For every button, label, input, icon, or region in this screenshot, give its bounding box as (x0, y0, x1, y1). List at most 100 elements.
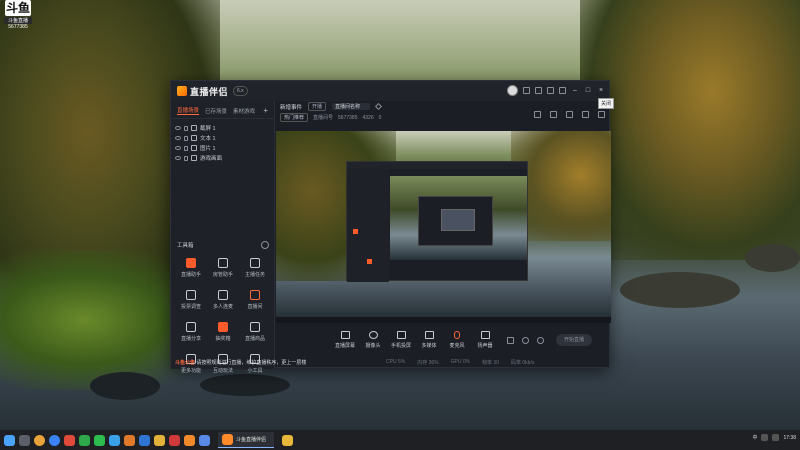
nested-hot-icon (367, 259, 372, 264)
mem-stat: 内存 36% (417, 359, 439, 366)
live-preview[interactable] (276, 131, 611, 317)
media-icon (424, 331, 434, 339)
app-icon[interactable] (184, 434, 195, 446)
tab-live-scene[interactable]: 直播场景 (177, 106, 200, 115)
tool-manager[interactable]: 房管助手 (207, 256, 239, 282)
lock-icon[interactable] (184, 145, 188, 151)
tool-lottery[interactable]: 抽奖箱 (207, 320, 239, 346)
source-label: 文本 1 (200, 136, 216, 142)
nested-left-panel (347, 169, 389, 282)
desktop-icon-id: 5677385 (8, 24, 28, 30)
source-item[interactable]: 游戏画面 (175, 153, 270, 163)
start-live-button[interactable]: 开始直播 (556, 334, 592, 346)
search-icon[interactable] (19, 434, 30, 446)
tool-live-assist[interactable]: 直播助手 (175, 256, 207, 282)
tool-vote[interactable]: 投票调查 (175, 288, 207, 314)
avatar[interactable] (507, 85, 518, 96)
message-icon[interactable] (523, 87, 530, 94)
browser-icon[interactable] (49, 434, 60, 446)
source-list: 截屏 1 文本 1 图片 1 游戏画面 (171, 119, 274, 167)
manager-icon (218, 258, 228, 268)
lock-icon[interactable] (184, 155, 188, 161)
phone-cast-control[interactable]: 手机投屏 (387, 331, 415, 349)
desktop-app-icon[interactable]: 斗鱼 斗鱼直播 5677385 (2, 0, 34, 32)
lottery-icon (218, 322, 228, 332)
close-button[interactable]: × (597, 87, 605, 95)
room-name-field[interactable]: 直播间名称 (332, 103, 371, 110)
timer-icon[interactable] (522, 336, 529, 344)
fans-count: 4326 (362, 114, 374, 121)
room-icon (250, 290, 260, 300)
network-icon[interactable] (761, 434, 769, 441)
speaker-control[interactable]: 扬声器 (471, 331, 499, 349)
collapse-icon[interactable] (261, 241, 269, 249)
chrome-icon[interactable] (34, 434, 45, 446)
app-icon[interactable] (109, 434, 120, 446)
mic-control[interactable]: 麦克风 (443, 331, 471, 349)
screen-control[interactable]: 直播屏幕 (331, 331, 359, 349)
taskbar-active-label: 斗鱼直播伴侣 (236, 437, 267, 443)
app-icon[interactable] (282, 434, 294, 446)
online-count: 0 (378, 114, 382, 121)
source-item[interactable]: 截屏 1 (175, 123, 270, 133)
app-icon[interactable] (139, 434, 150, 446)
maximize-button[interactable]: □ (584, 87, 592, 95)
media-control[interactable]: 多媒体 (415, 331, 443, 349)
folder-icon[interactable] (154, 434, 165, 446)
volume-icon[interactable] (772, 434, 780, 441)
screen-icon (340, 331, 350, 339)
edit-icon[interactable] (375, 102, 383, 111)
nested-inner-window (418, 196, 493, 246)
input-method[interactable]: 中 (752, 434, 757, 441)
eye-icon[interactable] (175, 146, 181, 150)
taskbar: 斗鱼直播伴侣 中 17:38 (0, 430, 800, 450)
eye-icon[interactable] (175, 136, 181, 140)
eye-icon[interactable] (175, 126, 181, 130)
gear-icon[interactable] (537, 336, 544, 344)
tool-room[interactable]: 直播间 (239, 288, 271, 314)
camera-control[interactable]: 摄像头 (359, 331, 387, 349)
left-panel: 直播场景 已存场景 素材游戏 + 截屏 1 文本 1 图片 1 游戏画面 工具箱… (171, 101, 306, 374)
app-icon[interactable] (79, 434, 90, 446)
start-icon[interactable] (4, 434, 15, 446)
tool-goods[interactable]: 直播商品 (239, 320, 271, 346)
eye-icon[interactable] (175, 156, 181, 160)
category-button[interactable]: 热门推荐 (280, 113, 309, 122)
toolbox-title: 工具箱 (177, 243, 194, 249)
source-label: 游戏画面 (200, 156, 223, 162)
tool-task[interactable]: 主播任务 (239, 256, 271, 282)
lock-icon[interactable] (184, 135, 188, 141)
douyu-logo-icon: 斗鱼 (5, 0, 31, 16)
room-tag[interactable]: 开播 (308, 102, 327, 111)
app-icon[interactable] (169, 434, 180, 446)
add-scene-button[interactable]: + (263, 106, 268, 115)
lock-icon[interactable] (550, 111, 557, 118)
source-item[interactable]: 图片 1 (175, 143, 270, 153)
tool-multi-mic[interactable]: 多人连麦 (207, 288, 239, 314)
menu-icon[interactable] (559, 87, 566, 94)
version-badge[interactable]: 6.x (233, 86, 248, 96)
tab-saved-scene[interactable]: 已存场景 (205, 107, 227, 115)
tab-material-game[interactable]: 素材游戏 (233, 107, 255, 115)
wechat-icon[interactable] (94, 434, 105, 446)
app-icon[interactable] (124, 434, 135, 446)
clock[interactable]: 17:38 (783, 435, 796, 441)
room-id-label: 直播间号 (313, 115, 334, 121)
bitrate-stat: 码率 0kb/s (511, 359, 535, 366)
source-item[interactable]: 文本 1 (175, 133, 270, 143)
tool-share[interactable]: 直播分享 (175, 320, 207, 346)
settings-icon[interactable] (547, 87, 554, 94)
app-icon[interactable] (199, 434, 210, 446)
layout-icon[interactable] (566, 111, 573, 118)
cart-icon[interactable] (534, 111, 541, 118)
vote-icon (186, 290, 196, 300)
minimize-button[interactable]: – (571, 87, 579, 95)
record-icon[interactable] (507, 336, 514, 344)
share-icon (186, 322, 196, 332)
gift-icon[interactable] (535, 87, 542, 94)
lock-icon[interactable] (184, 125, 188, 131)
app-icon[interactable] (64, 434, 75, 446)
notification-icon[interactable] (582, 111, 589, 118)
taskbar-active-app[interactable]: 斗鱼直播伴侣 (218, 432, 275, 448)
share-icon[interactable] (598, 111, 605, 118)
